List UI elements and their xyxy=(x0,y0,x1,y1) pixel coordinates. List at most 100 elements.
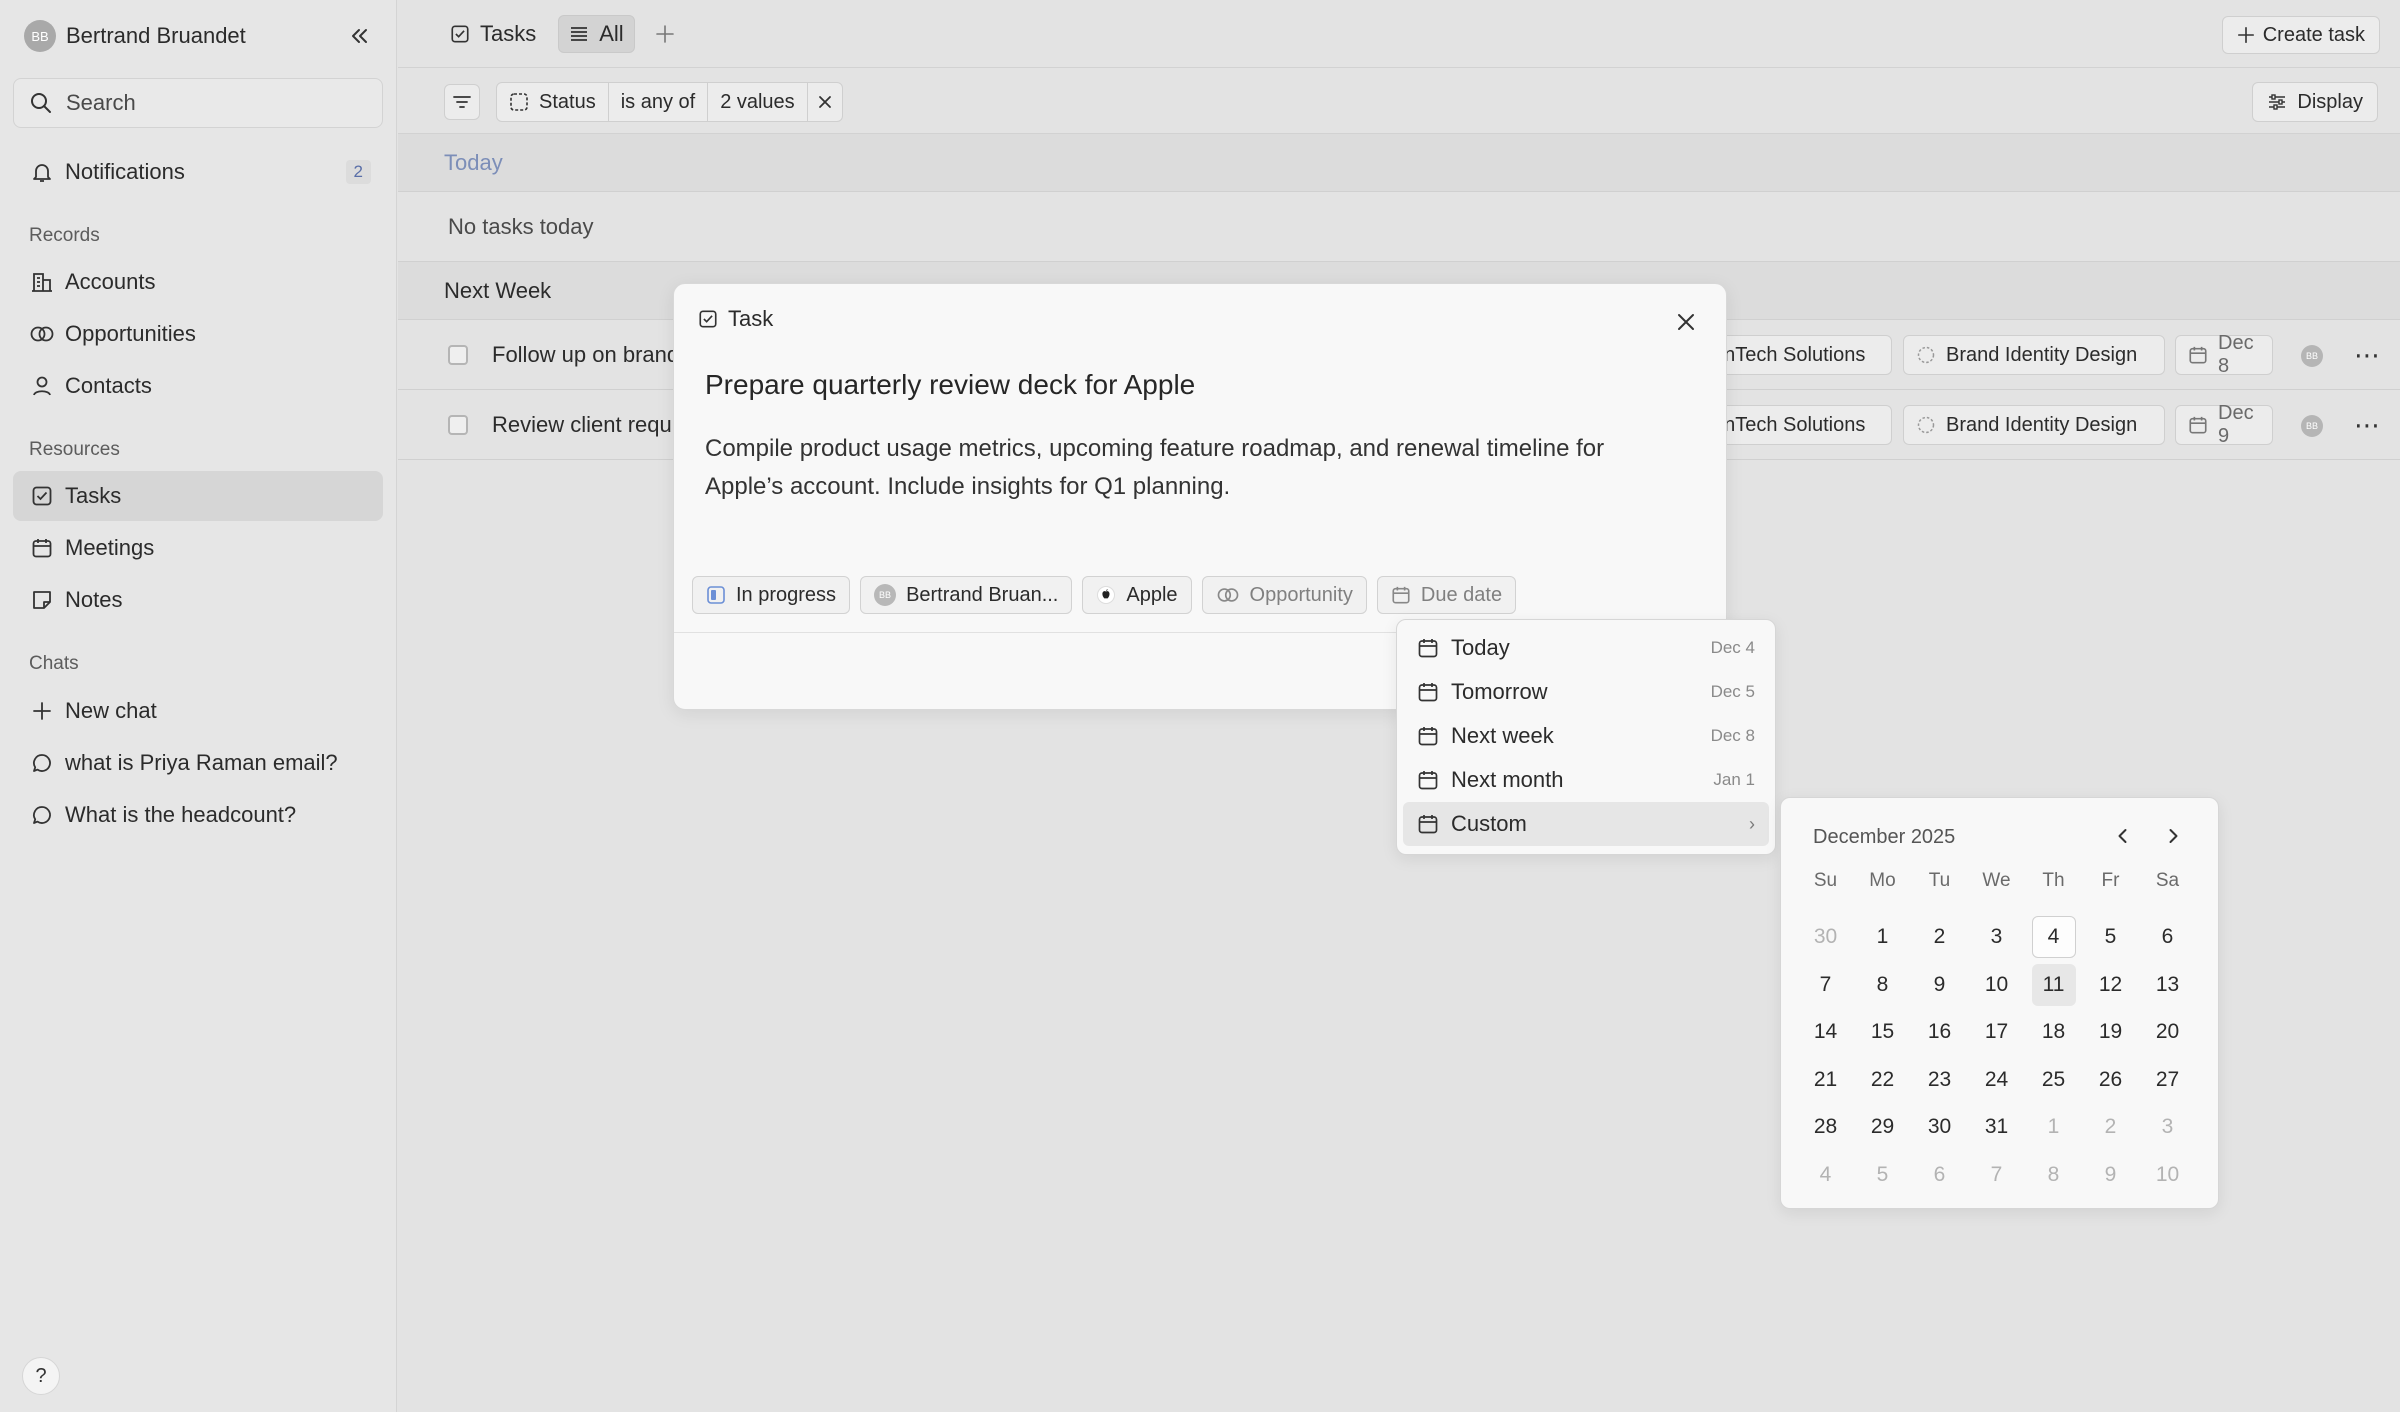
calendar-day[interactable]: 2 xyxy=(2082,1104,2139,1152)
task-title-input[interactable]: Prepare quarterly review deck for Apple xyxy=(705,369,1195,401)
calendar-day[interactable]: 8 xyxy=(1854,961,1911,1009)
calendar-day[interactable]: 7 xyxy=(1968,1151,2025,1199)
calendar-day[interactable]: 27 xyxy=(2139,1056,2196,1104)
calendar-day[interactable]: 7 xyxy=(1797,961,1854,1009)
calendar-day[interactable]: 9 xyxy=(1911,961,1968,1009)
task-checkbox[interactable] xyxy=(448,415,468,435)
calendar-day[interactable]: 20 xyxy=(2139,1009,2196,1057)
calendar-day[interactable]: 21 xyxy=(1797,1056,1854,1104)
calendar-day[interactable]: 6 xyxy=(2139,914,2196,962)
calendar-day[interactable]: 22 xyxy=(1854,1056,1911,1104)
assignee-chip[interactable]: BB Bertrand Bruan... xyxy=(860,576,1073,614)
tab-all-view[interactable]: All xyxy=(558,14,635,53)
due-date-chip[interactable]: Dec 9 xyxy=(2175,402,2273,447)
sidebar-item-accounts[interactable]: Accounts xyxy=(13,257,383,307)
task-checkbox[interactable] xyxy=(448,345,468,365)
calendar-day[interactable]: 14 xyxy=(1797,1009,1854,1057)
calendar-day[interactable]: 28 xyxy=(1797,1104,1854,1152)
apple-logo-icon xyxy=(1096,585,1116,605)
calendar-day[interactable]: 23 xyxy=(1911,1056,1968,1104)
filter-value[interactable]: 2 values xyxy=(708,83,808,121)
calendar-day[interactable]: 17 xyxy=(1968,1009,2025,1057)
filter-button[interactable] xyxy=(444,84,480,120)
due-option-custom[interactable]: Custom › xyxy=(1403,802,1769,846)
avatar[interactable]: BB xyxy=(2301,415,2323,437)
sidebar-item-notifications[interactable]: Notifications 2 xyxy=(13,147,383,197)
calendar-day[interactable]: 1 xyxy=(2025,1104,2082,1152)
calendar-day[interactable]: 10 xyxy=(2139,1151,2196,1199)
opportunity-chip[interactable]: Opportunity xyxy=(1201,576,1367,614)
calendar-day[interactable]: 3 xyxy=(2139,1104,2196,1152)
calendar-day[interactable]: 9 xyxy=(2082,1151,2139,1199)
calendar-day[interactable]: 6 xyxy=(1911,1151,1968,1199)
calendar-day[interactable]: 13 xyxy=(2139,961,2196,1009)
more-options-button[interactable]: ⋯ xyxy=(2350,338,2384,372)
company-chip[interactable]: Apple xyxy=(1082,576,1192,614)
opportunity-chip[interactable]: Brand Identity Design xyxy=(1903,335,2165,375)
calendar-day[interactable]: 15 xyxy=(1854,1009,1911,1057)
sidebar-item-contacts[interactable]: Contacts xyxy=(13,361,383,411)
create-task-button[interactable]: Create task xyxy=(2221,16,2380,54)
due-date-chip[interactable]: Due date xyxy=(1376,576,1517,614)
calendar-day[interactable]: 2 xyxy=(1911,914,1968,962)
calendar-day[interactable]: 29 xyxy=(1854,1104,1911,1152)
avatar[interactable]: BB xyxy=(2301,345,2323,367)
calendar-day[interactable]: 11 xyxy=(2025,961,2082,1009)
calendar-day[interactable]: 24 xyxy=(1968,1056,2025,1104)
next-month-button[interactable] xyxy=(2157,820,2189,852)
new-chat-button[interactable]: New chat xyxy=(13,686,383,736)
calendar-day[interactable]: 16 xyxy=(1911,1009,1968,1057)
tab-tasks[interactable]: Tasks xyxy=(440,15,546,53)
calendar-day[interactable]: 1 xyxy=(1854,914,1911,962)
more-options-button[interactable]: ⋯ xyxy=(2350,408,2384,442)
filter-operator[interactable]: is any of xyxy=(609,83,709,121)
calendar-day[interactable]: 4 xyxy=(2025,914,2082,962)
calendar-day[interactable]: 30 xyxy=(1797,914,1854,962)
calendar-day[interactable]: 26 xyxy=(2082,1056,2139,1104)
calendar-day-number: 20 xyxy=(2155,1020,2180,1044)
due-option-today[interactable]: Today Dec 4 xyxy=(1403,626,1769,670)
group-header-today: Today xyxy=(398,134,2400,192)
calendar-day[interactable]: 12 xyxy=(2082,961,2139,1009)
close-modal-button[interactable] xyxy=(1670,306,1702,338)
calendar-day[interactable]: 18 xyxy=(2025,1009,2082,1057)
display-options-button[interactable]: Display xyxy=(2252,82,2378,122)
calendar-day-number: 14 xyxy=(1813,1020,1838,1044)
sidebar-item-tasks[interactable]: Tasks xyxy=(13,471,383,521)
status-chip[interactable]: In progress xyxy=(692,576,851,614)
calendar-day[interactable]: 30 xyxy=(1911,1104,1968,1152)
search-input[interactable] xyxy=(66,90,366,116)
task-description-input[interactable]: Compile product usage metrics, upcoming … xyxy=(705,430,1685,506)
due-option-tomorrow[interactable]: Tomorrow Dec 5 xyxy=(1403,670,1769,714)
sidebar-item-notes[interactable]: Notes xyxy=(13,575,383,625)
due-option-next-month[interactable]: Next month Jan 1 xyxy=(1403,758,1769,802)
workspace-user-menu[interactable]: BB Bertrand Bruandet xyxy=(24,18,376,54)
sidebar-item-meetings[interactable]: Meetings xyxy=(13,523,383,573)
task-title[interactable]: Review client requ xyxy=(492,412,682,438)
calendar-day[interactable]: 5 xyxy=(1854,1151,1911,1199)
collapse-sidebar-button[interactable] xyxy=(344,20,376,52)
task-title[interactable]: Follow up on brand xyxy=(492,342,682,368)
calendar-day[interactable]: 10 xyxy=(1968,961,2025,1009)
add-view-button[interactable] xyxy=(649,18,681,50)
sidebar-item-chat[interactable]: what is Priya Raman email? xyxy=(13,738,383,788)
calendar-day[interactable]: 19 xyxy=(2082,1009,2139,1057)
filter-field[interactable]: Status xyxy=(497,83,609,121)
previous-month-button[interactable] xyxy=(2107,820,2139,852)
due-date-chip[interactable]: Dec 8 xyxy=(2175,332,2273,377)
sidebar-item-opportunities[interactable]: Opportunities xyxy=(13,309,383,359)
sidebar-item-chat[interactable]: What is the headcount? xyxy=(13,790,383,840)
help-button[interactable]: ? xyxy=(22,1357,60,1395)
remove-filter-button[interactable] xyxy=(808,83,842,121)
calendar-day[interactable]: 25 xyxy=(2025,1056,2082,1104)
calendar-day[interactable]: 31 xyxy=(1968,1104,2025,1152)
search-box[interactable] xyxy=(13,78,383,128)
calendar-day[interactable]: 4 xyxy=(1797,1151,1854,1199)
due-option-next-week[interactable]: Next week Dec 8 xyxy=(1403,714,1769,758)
status-filter-chip[interactable]: Status is any of 2 values xyxy=(496,82,843,122)
calendar-day[interactable]: 8 xyxy=(2025,1151,2082,1199)
list-icon xyxy=(569,24,589,44)
opportunity-chip[interactable]: Brand Identity Design xyxy=(1903,405,2165,445)
calendar-day[interactable]: 5 xyxy=(2082,914,2139,962)
calendar-day[interactable]: 3 xyxy=(1968,914,2025,962)
